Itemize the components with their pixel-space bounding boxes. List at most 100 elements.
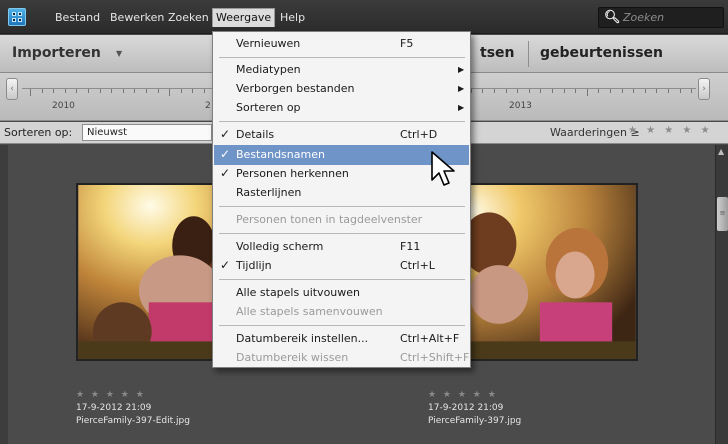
timeline-tick xyxy=(679,89,681,93)
menu-item-label: Datumbereik instellen... xyxy=(236,332,369,345)
timeline-tick xyxy=(517,89,519,93)
ratings-label: Waarderingen ≥ xyxy=(550,126,640,139)
timeline-tick xyxy=(656,89,658,93)
photo-meta-2: ★ ★ ★ ★ ★ 17-9-2012 21:09 PierceFamily-3… xyxy=(428,389,521,428)
chevron-down-icon[interactable]: ▼ xyxy=(116,49,122,58)
timeline-tick xyxy=(528,89,530,93)
timeline-tick xyxy=(30,89,31,96)
menu-item-shortcut: F11 xyxy=(400,240,421,253)
search-icon[interactable]: 🔍︎ xyxy=(604,10,621,25)
photo-date-2: 17-9-2012 21:09 xyxy=(428,403,504,413)
menu-item-label: Verborgen bestanden xyxy=(236,82,355,95)
menu-item-details[interactable]: ✓ Details Ctrl+D xyxy=(214,125,469,145)
timeline-tick xyxy=(633,89,635,93)
menu-separator xyxy=(219,206,465,207)
timeline-tick xyxy=(99,89,101,93)
menu-item-label: Tijdlijn xyxy=(236,259,272,272)
photo-rating-2[interactable]: ★ ★ ★ ★ ★ xyxy=(428,389,521,402)
menu-zoeken[interactable]: Zoeken xyxy=(165,9,212,26)
checkmark-icon: ✓ xyxy=(220,147,231,161)
sort-dropdown[interactable]: Nieuwst xyxy=(82,124,212,141)
menu-separator xyxy=(219,325,465,326)
timeline-tick xyxy=(41,89,43,93)
timeline-right-handle[interactable]: › xyxy=(698,78,710,100)
menu-item-volledig-scherm[interactable]: Volledig scherm F11 xyxy=(214,237,469,257)
tab-divider xyxy=(528,41,529,67)
menu-item-tijdlijn[interactable]: ✓ Tijdlijn Ctrl+L xyxy=(214,256,469,276)
menu-item-label: Mediatypen xyxy=(236,63,301,76)
scroll-thumb[interactable]: ≡ xyxy=(717,197,728,231)
menu-help[interactable]: Help xyxy=(277,9,308,26)
menu-item-shortcut: Ctrl+Alt+F xyxy=(400,332,460,345)
menu-item-personen-tonen: Personen tonen in tagdeelvenster xyxy=(214,210,469,230)
timeline-tick xyxy=(169,89,171,96)
timeline-tick xyxy=(64,89,66,93)
mouse-pointer-icon xyxy=(431,151,455,186)
scroll-up-arrow-icon[interactable]: ▲ xyxy=(718,147,724,156)
timeline-tick xyxy=(180,89,182,93)
submenu-arrow-icon: ▶ xyxy=(458,103,465,112)
tab-partial[interactable]: tsen xyxy=(480,45,515,61)
timeline-tick xyxy=(691,89,693,93)
timeline-tick xyxy=(494,89,495,93)
sort-label: Sorteren op: xyxy=(4,126,73,139)
search-placeholder: Zoeken xyxy=(623,11,665,24)
menu-separator xyxy=(219,279,465,280)
menu-item-mediatypen[interactable]: Mediatypen ▶ xyxy=(214,60,469,80)
timeline-year-2013: 2013 xyxy=(509,101,532,111)
menu-item-alle-stapels-samenvouwen: Alle stapels samenvouwen xyxy=(214,302,469,322)
tab-gebeurtenissen[interactable]: gebeurtenissen xyxy=(540,45,663,61)
app-logo-icon[interactable] xyxy=(8,8,26,26)
menu-bewerken[interactable]: Bewerken xyxy=(107,9,167,26)
timeline-tick xyxy=(134,89,136,93)
timeline-year-2010: 2010 xyxy=(52,101,75,111)
menu-item-shortcut: Ctrl+L xyxy=(400,259,435,272)
timeline-left-handle[interactable]: ‹ xyxy=(6,78,18,100)
timeline-tick xyxy=(668,89,669,93)
menu-item-label: Personen herkennen xyxy=(236,167,349,180)
menu-item-label: Bestandsnamen xyxy=(236,148,325,161)
menu-item-sorteren-op[interactable]: Sorteren op ▶ xyxy=(214,98,469,118)
timeline-tick xyxy=(621,89,623,93)
photo-filename-2: PierceFamily-397.jpg xyxy=(428,416,522,426)
menu-item-alle-stapels-uitvouwen[interactable]: Alle stapels uitvouwen xyxy=(214,283,469,303)
timeline-tick xyxy=(575,89,577,93)
checkmark-icon: ✓ xyxy=(220,166,231,180)
menu-item-label: Rasterlijnen xyxy=(236,186,302,199)
grid-scrollbar[interactable]: ▲ ≡ xyxy=(715,145,728,444)
menu-item-shortcut: F5 xyxy=(400,37,414,50)
menu-item-datumbereik-wissen: Datumbereik wissen Ctrl+Shift+F xyxy=(214,348,469,368)
menu-bar: Bestand Bewerken Zoeken Weergave Help 🔍︎… xyxy=(0,0,728,34)
timeline-tick xyxy=(586,89,588,96)
menu-item-verborgen-bestanden[interactable]: Verborgen bestanden ▶ xyxy=(214,79,469,99)
timeline-tick xyxy=(563,89,565,93)
timeline-tick xyxy=(111,89,113,93)
timeline-tick xyxy=(53,89,55,93)
photo-date-1: 17-9-2012 21:09 xyxy=(76,403,152,413)
menu-weergave[interactable]: Weergave xyxy=(212,8,276,27)
import-button[interactable]: Importeren xyxy=(12,45,101,61)
photo-rating-1[interactable]: ★ ★ ★ ★ ★ xyxy=(76,389,190,402)
ratings-filter-stars[interactable]: ★ ★ ★ ★ ★ xyxy=(628,125,713,136)
submenu-arrow-icon: ▶ xyxy=(458,65,465,74)
search-input[interactable]: 🔍︎ Zoeken xyxy=(598,7,724,28)
timeline-tick xyxy=(540,89,542,93)
photo-meta-1: ★ ★ ★ ★ ★ 17-9-2012 21:09 PierceFamily-3… xyxy=(76,389,190,428)
menu-item-datumbereik-instellen[interactable]: Datumbereik instellen... Ctrl+Alt+F xyxy=(214,329,469,349)
menu-separator xyxy=(219,57,465,58)
submenu-arrow-icon: ▶ xyxy=(458,84,465,93)
grid-left-edge xyxy=(0,145,8,444)
timeline-tick xyxy=(192,89,194,93)
menu-bestand[interactable]: Bestand xyxy=(52,9,103,26)
menu-item-label: Sorteren op xyxy=(236,101,301,114)
menu-item-label: Volledig scherm xyxy=(236,240,324,253)
timeline-tick xyxy=(482,89,484,93)
menu-item-vernieuwen[interactable]: Vernieuwen F5 xyxy=(214,34,469,54)
menu-item-label: Alle stapels samenvouwen xyxy=(236,305,383,318)
menu-separator xyxy=(219,121,465,122)
timeline-tick xyxy=(204,89,205,93)
menu-item-shortcut: Ctrl+D xyxy=(400,128,438,141)
menu-item-label: Vernieuwen xyxy=(236,37,301,50)
menu-separator xyxy=(219,233,465,234)
checkmark-icon: ✓ xyxy=(220,258,231,272)
